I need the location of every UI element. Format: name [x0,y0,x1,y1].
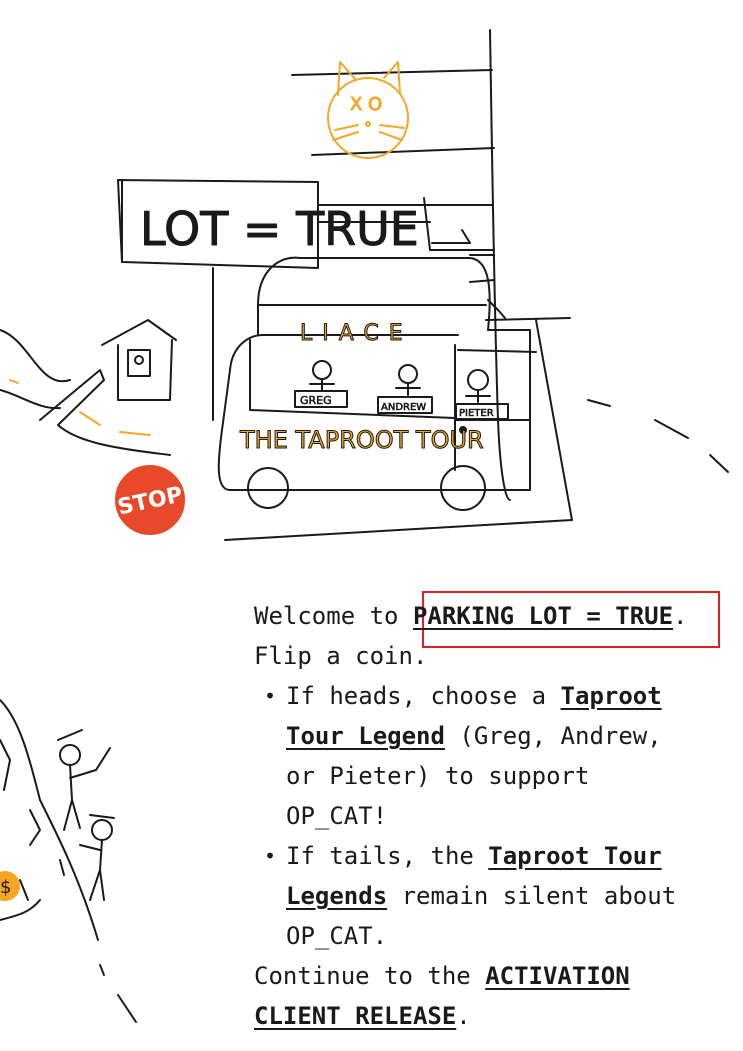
taproot-tour-legends-link-cont[interactable]: Legends [286,882,387,910]
heads-text: If heads, choose a [286,682,561,710]
taproot-tour-legends-link[interactable]: Taproot Tour [488,842,661,870]
taproot-tour-legend-link[interactable]: Taproot [561,682,662,710]
continue-period: . [456,1002,471,1030]
taproot-tour-legend-link-cont[interactable]: Tour Legend [286,722,445,750]
cat-eyes: X O [350,94,382,115]
building-drawing [224,29,573,541]
welcome-prefix: Welcome to [254,602,413,630]
passenger-andrew: ANDREW [377,364,433,414]
heads-support: or Pieter) to support [286,762,590,790]
tails-bullet: If tails, the Taproot Tour Legends remai… [254,836,734,956]
heads-opcat: OP_CAT! [286,802,388,830]
continue-text: Continue to the [254,962,486,990]
heads-bullet: If heads, choose a Taproot Tour Legend (… [254,676,734,836]
flip-line: Flip a coin. [254,642,428,670]
svg-text:GREG: GREG [300,394,332,407]
sign-text: LOT = TRUE [140,202,419,256]
cat-drawing: X O [327,61,409,159]
bus-roof-text: LIACE [300,321,413,346]
bus-tour-text: THE TAPROOT TOUR [239,426,484,454]
continue-line-2: CLIENT RELEASE. [254,996,734,1036]
coin-symbol: $ [0,877,11,898]
heads-names: (Greg, Andrew, [444,722,662,750]
continue-line: Continue to the ACTIVATION [254,956,734,996]
cliff-drawing: $ [0,699,137,1023]
tails-text: If tails, the [286,842,489,870]
dashed-arc [587,399,729,473]
parking-lot-link[interactable]: PARKING LOT = TRUE [413,602,673,630]
tails-opcat: OP_CAT. [286,922,388,950]
welcome-line: Welcome to PARKING LOT = TRUE. [254,596,734,636]
passenger-greg: GREG [294,360,348,408]
welcome-suffix: . [673,602,688,630]
passenger-pieter: PIETER [455,369,509,420]
svg-text:PIETER: PIETER [459,408,494,419]
booth-drawing [0,319,177,456]
activation-client-release-link-cont[interactable]: CLIENT RELEASE [254,1002,456,1030]
stop-sign-icon: STOP [115,465,185,535]
lot-sign: LOT = TRUE [117,179,419,421]
bus-drawing: LIACE THE TAPROOT TOUR GREG ANDREW PIETE… [217,256,531,511]
intro-text-block: Welcome to PARKING LOT = TRUE. Flip a co… [254,596,734,1036]
tails-silent: remain silent about [387,882,677,910]
activation-client-release-link[interactable]: ACTIVATION [485,962,630,990]
svg-text:ANDREW: ANDREW [381,402,426,413]
